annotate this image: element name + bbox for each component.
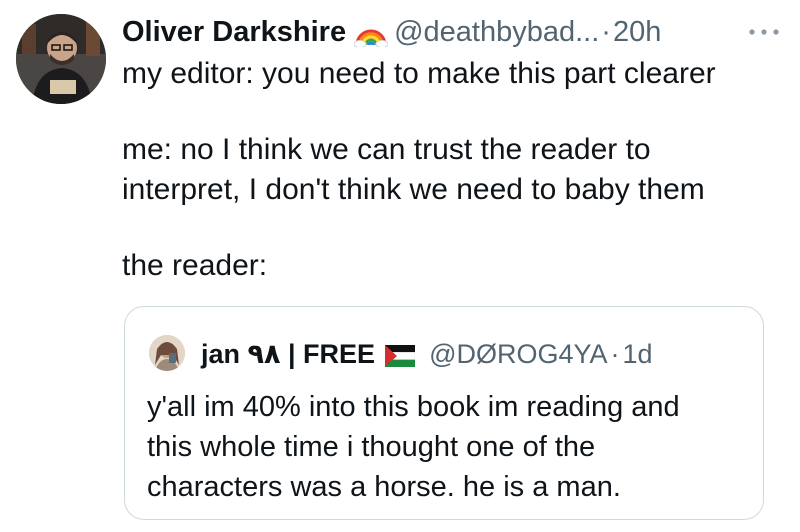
author-handle[interactable]: @deathbybad... xyxy=(394,16,599,49)
rainbow-icon xyxy=(353,17,389,48)
tweet-timestamp[interactable]: 20h xyxy=(613,16,661,49)
quoted-tweet-text: y'all im 40% into this book im reading a… xyxy=(147,387,680,507)
tweet-text-line: interpret, I don't think we need to baby… xyxy=(122,173,705,206)
quoted-text-line: y'all im 40% into this book im reading a… xyxy=(147,391,680,423)
quoted-author-avatar[interactable] xyxy=(149,335,185,371)
quoted-meta-separator: · xyxy=(610,338,620,369)
palestine-flag-icon xyxy=(384,343,416,367)
quoted-tweet[interactable]: jan ٩٨ | FREE @DØROG4YA · 1d y'all im 40… xyxy=(124,306,764,520)
quoted-text-line: this whole time i thought one of the xyxy=(147,431,596,463)
quoted-author-handle[interactable]: @DØROG4YA xyxy=(429,339,607,370)
tweet-text-line: the reader: xyxy=(122,249,268,282)
quoted-author-name[interactable]: jan ٩٨ | FREE xyxy=(201,339,375,370)
tweet[interactable]: Oliver Darkshire @deathbybad... · 20h my… xyxy=(0,0,800,532)
meta-separator: · xyxy=(601,15,611,48)
quoted-text-line: characters was a horse. he is a man. xyxy=(147,471,621,503)
more-horizontal-icon[interactable] xyxy=(744,22,784,42)
quoted-tweet-header: jan ٩٨ | FREE @DØROG4YA · 1d xyxy=(201,335,653,373)
quoted-tweet-timestamp[interactable]: 1d xyxy=(623,339,653,370)
author-avatar[interactable] xyxy=(16,14,106,104)
tweet-text-line: me: no I think we can trust the reader t… xyxy=(122,133,651,166)
tweet-header: Oliver Darkshire @deathbybad... · 20h xyxy=(122,12,661,52)
author-name[interactable]: Oliver Darkshire xyxy=(122,16,346,49)
tweet-text-line: my editor: you need to make this part cl… xyxy=(122,57,716,90)
